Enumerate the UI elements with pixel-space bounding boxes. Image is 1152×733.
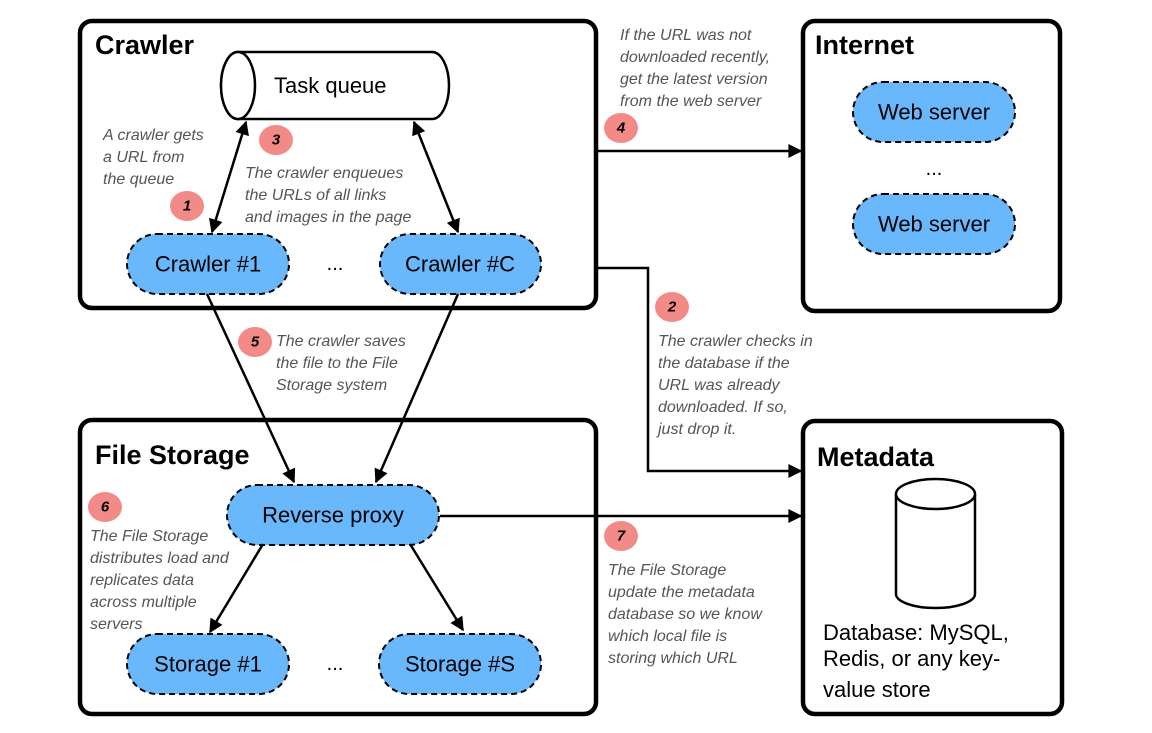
step-7-note-line: which local file is xyxy=(608,628,727,645)
step-7: 7 The File Storage update the metadata d… xyxy=(604,521,766,667)
step-6-number: 6 xyxy=(101,499,110,516)
step-3-note-line: the URLs of all links xyxy=(245,187,386,204)
step-5: 5 The crawler saves the file to the File… xyxy=(238,327,410,394)
step-6-note-line: distributes load and xyxy=(90,550,230,567)
step-6-note-line: across multiple xyxy=(90,594,197,611)
step-2-note: The crawler checks in the database if th… xyxy=(656,333,817,438)
database-label-line-2: Redis, or any key- xyxy=(823,646,1000,671)
storage-node-1: Storage #1 xyxy=(126,633,290,695)
web-server-node-1-label: Web server xyxy=(878,100,990,125)
reverse-proxy-label: Reverse proxy xyxy=(262,503,404,528)
step-4-number: 4 xyxy=(616,120,626,137)
step-5-note-line: the file to the File xyxy=(276,355,398,372)
internet-group-title: Internet xyxy=(815,30,914,60)
step-5-note-line: The crawler saves xyxy=(276,333,406,350)
web-server-node-1: Web server xyxy=(852,81,1016,143)
metadata-group-title: Metadata xyxy=(817,442,935,472)
step-1-number: 1 xyxy=(183,198,191,215)
step-7-note-line: storing which URL xyxy=(608,650,738,667)
storage-node-s: Storage #S xyxy=(378,633,542,695)
step-4-note-line: get the latest version xyxy=(620,71,768,88)
web-server-node-2-label: Web server xyxy=(878,212,990,237)
step-3-note-line: The crawler enqueues xyxy=(245,165,403,182)
crawler-group-title: Crawler xyxy=(95,30,195,60)
storage-ellipsis: ... xyxy=(327,653,344,675)
reverse-proxy-node: Reverse proxy xyxy=(226,484,440,546)
step-2-note-line: the database if the xyxy=(658,355,790,372)
step-7-number: 7 xyxy=(617,528,626,545)
step-6-note-line: servers xyxy=(90,616,142,633)
step-1-note-line: a URL from xyxy=(103,149,185,166)
step-1-note-line: the queue xyxy=(103,171,174,188)
step-2-note-line: The crawler checks in xyxy=(658,333,813,350)
task-queue-label: Task queue xyxy=(274,73,387,98)
step-4-note-line: If the URL was not xyxy=(620,27,752,44)
task-queue: Task queue xyxy=(219,50,451,121)
crawler-ellipsis: ... xyxy=(327,253,344,275)
step-7-note: The File Storage update the metadata dat… xyxy=(608,562,766,667)
file-storage-group-title: File Storage xyxy=(95,440,250,470)
step-6-note-line: The File Storage xyxy=(90,528,208,545)
step-5-note-line: Storage system xyxy=(276,377,387,394)
storage-node-1-label: Storage #1 xyxy=(154,652,262,677)
web-server-node-2: Web server xyxy=(852,193,1016,255)
step-5-number: 5 xyxy=(251,334,260,351)
database-top xyxy=(894,477,977,511)
step-4-note: If the URL was not downloaded recently, … xyxy=(620,27,774,110)
step-4-note-line: from the web server xyxy=(620,93,762,110)
database-label-line-3: value store xyxy=(823,677,931,702)
step-7-note-line: database so we know xyxy=(608,606,763,623)
step-3-number: 3 xyxy=(272,132,281,149)
storage-node-s-label: Storage #S xyxy=(405,652,515,677)
database-label-line-1: Database: MySQL, xyxy=(823,620,1009,645)
web-server-ellipsis: ... xyxy=(926,158,943,180)
step-3-note: The crawler enqueues the URLs of all lin… xyxy=(245,165,411,226)
step-4-note-line: downloaded recently, xyxy=(620,49,770,66)
crawler-architecture-diagram: Crawler Internet File Storage Metadata T… xyxy=(77,18,1065,717)
task-queue-cap xyxy=(219,50,257,121)
step-2: 2 The crawler checks in the database if … xyxy=(655,292,817,438)
database-body xyxy=(894,494,977,610)
step-2-number: 2 xyxy=(667,299,677,316)
step-4: If the URL was not downloaded recently, … xyxy=(604,27,774,143)
step-2-note-line: just drop it. xyxy=(656,421,736,438)
step-7-note-line: update the metadata xyxy=(608,584,755,601)
step-3-note-line: and images in the page xyxy=(245,209,411,226)
step-6-note-line: replicates data xyxy=(90,572,194,589)
crawler-node-c: Crawler #C xyxy=(379,233,542,295)
step-2-note-line: URL was already xyxy=(658,377,781,394)
step-5-note: The crawler saves the file to the File S… xyxy=(276,333,410,394)
crawler-node-1: Crawler #1 xyxy=(126,233,290,295)
crawler-node-c-label: Crawler #C xyxy=(405,252,515,277)
step-2-note-line: downloaded. If so, xyxy=(658,399,788,416)
step-1-note-line: A crawler gets xyxy=(102,127,204,144)
crawler-node-1-label: Crawler #1 xyxy=(155,252,261,277)
step-7-note-line: The File Storage xyxy=(608,562,726,579)
